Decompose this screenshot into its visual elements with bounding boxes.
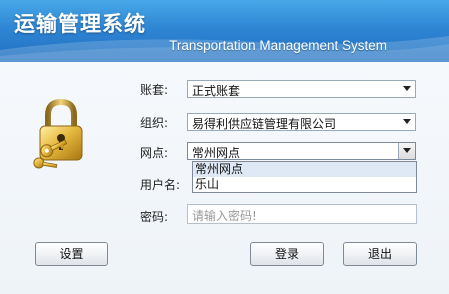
site-option[interactable]: 乐山 bbox=[193, 177, 416, 192]
account-label: 账套: bbox=[140, 83, 169, 97]
site-dropdown-list: 常州网点 乐山 bbox=[192, 161, 417, 193]
chevron-down-icon[interactable] bbox=[403, 119, 411, 124]
org-value: 易得利供应链管理有限公司 bbox=[192, 117, 337, 131]
app-subtitle: Transportation Management System bbox=[169, 38, 387, 53]
password-input[interactable]: 请输入密码! bbox=[187, 204, 417, 224]
chevron-down-icon[interactable] bbox=[403, 86, 411, 91]
app-title: 运输管理系统 bbox=[14, 12, 146, 36]
account-select[interactable]: 正式账套 bbox=[187, 80, 416, 98]
org-label: 组织: bbox=[140, 116, 169, 130]
login-button[interactable]: 登录 bbox=[250, 242, 324, 266]
exit-button[interactable]: 退出 bbox=[343, 242, 417, 266]
org-select[interactable]: 易得利供应链管理有限公司 bbox=[187, 113, 416, 131]
chevron-down-icon bbox=[403, 148, 411, 153]
password-label: 密码: bbox=[140, 210, 169, 224]
site-value: 常州网点 bbox=[192, 146, 241, 160]
site-select[interactable]: 常州网点 bbox=[187, 142, 416, 160]
account-value: 正式账套 bbox=[192, 84, 241, 98]
password-placeholder: 请输入密码! bbox=[192, 209, 257, 223]
settings-button[interactable]: 设置 bbox=[35, 242, 108, 266]
padlock-with-keys-icon bbox=[33, 98, 83, 169]
site-option[interactable]: 常州网点 bbox=[193, 162, 416, 177]
username-label: 用户名: bbox=[140, 178, 181, 192]
dropdown-button[interactable] bbox=[398, 143, 415, 159]
login-window: 运输管理系统 Transportation Management System bbox=[0, 0, 449, 294]
site-label: 网点: bbox=[140, 146, 169, 160]
header-banner: 运输管理系统 Transportation Management System bbox=[0, 0, 449, 62]
